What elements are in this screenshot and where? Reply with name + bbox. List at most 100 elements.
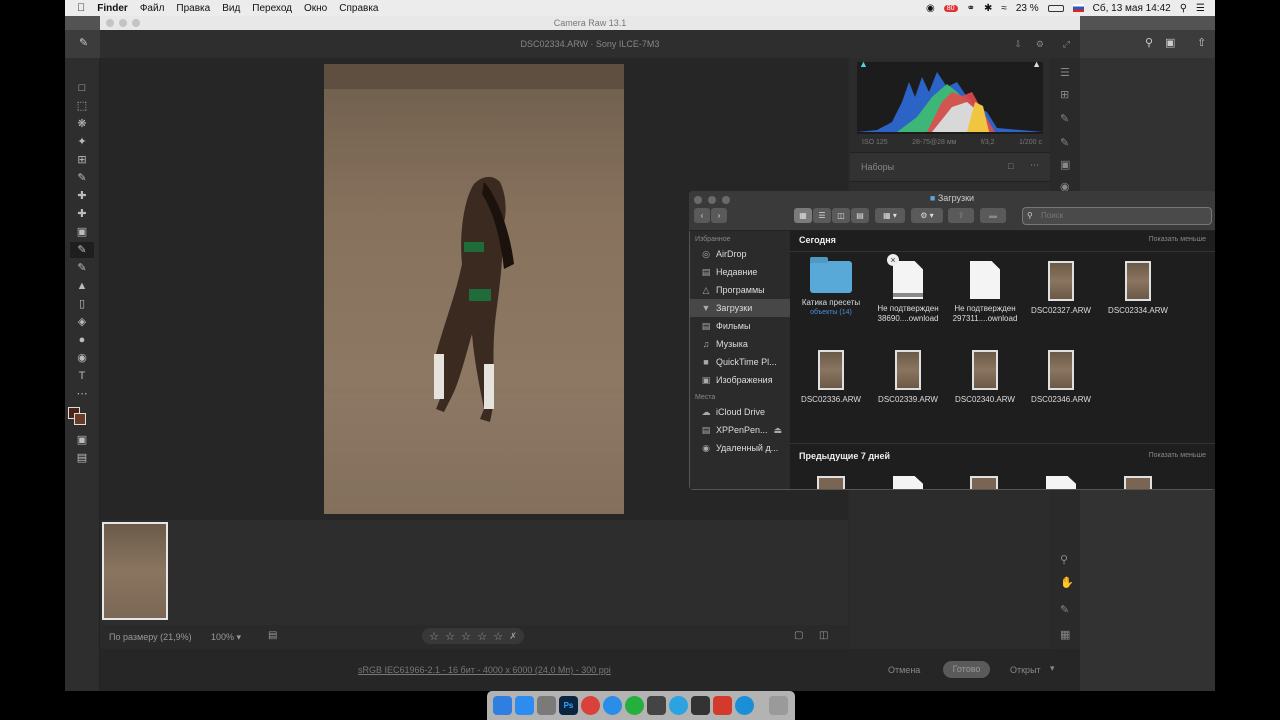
apple-menu-icon[interactable]:  [77,2,85,14]
cancel-button[interactable]: Отмена [888,665,920,675]
ps-search-icon[interactable]: ⚲ [1145,36,1153,49]
photo-thumbnail[interactable] [817,476,845,489]
color-swatches[interactable] [65,404,99,430]
brush-tool-icon[interactable]: ✎ [70,242,94,258]
filmstrip-thumbnail[interactable] [102,522,168,620]
file-item[interactable]: DSC02327.ARW [1023,261,1099,316]
zoom-icon[interactable]: ⚲ [1060,553,1068,566]
forward-button[interactable]: › [711,208,727,223]
inkscape-icon[interactable] [691,696,710,715]
edge-icon[interactable] [735,696,754,715]
whatsapp-icon[interactable] [625,696,644,715]
edit-sliders-icon[interactable]: ☰ [1060,66,1070,79]
magic-wand-icon[interactable]: ✦ [70,134,94,150]
sidebar-item-xppen[interactable]: ▤ XPPenPen... ⏏ [690,421,790,439]
spotlight-icon[interactable]: ⚲ [1180,3,1187,14]
color-sampler-icon[interactable]: ✎ [1060,603,1069,616]
preview-photo[interactable] [324,64,624,514]
sidebar-item-recents[interactable]: ▤ Недавние [690,263,790,281]
menu-item-edit[interactable]: Правка [176,3,210,14]
flag-icon[interactable] [1072,4,1084,12]
gallery-view-button[interactable]: ▤ [851,208,869,223]
grid-icon[interactable]: ▦ [1060,628,1070,641]
star-icon[interactable]: ☆ [429,630,439,643]
photoshop-icon[interactable]: Ps [559,696,578,715]
marquee-tool-icon[interactable]: ⬚ [70,98,94,114]
compare-view-icon[interactable]: ▢ [794,630,803,641]
star-icon[interactable]: ☆ [461,630,471,643]
battery-percent[interactable]: 23 % [1016,3,1039,14]
clone-stamp-icon[interactable]: ▲ [70,278,94,294]
tags-button[interactable]: ▬ [980,208,1006,223]
healing-icon[interactable]: ✎ [1060,112,1069,125]
sidebar-item-pictures[interactable]: ▣ Изображения [690,371,790,389]
menu-item-help[interactable]: Справка [339,3,378,14]
file-item[interactable]: DSC02340.ARW [947,350,1023,405]
document-icon[interactable] [1046,476,1076,489]
graduated-filter-icon[interactable]: ▣ [1060,158,1070,171]
lasso-tool-icon[interactable]: ❋ [70,116,94,132]
hand-icon[interactable]: ✋ [1060,576,1074,589]
history-brush-icon[interactable]: ✎ [70,260,94,276]
app-red-icon[interactable] [713,696,732,715]
zoom-button[interactable] [132,19,140,27]
chrome-icon[interactable] [581,696,600,715]
artboard-tool-icon[interactable]: □ [70,80,94,96]
star-icon[interactable]: ☆ [493,630,503,643]
sidebar-item-applications[interactable]: △ Программы [690,281,790,299]
system-preferences-icon[interactable] [537,696,556,715]
menu-app-name[interactable]: Finder [97,3,128,14]
add-preset-icon[interactable]: □ [1008,161,1013,171]
telegram-icon[interactable] [669,696,688,715]
save-icon[interactable]: ⇩ [1014,30,1022,58]
patch-tool-icon[interactable]: ✚ [70,206,94,222]
menu-item-file[interactable]: Файл [140,3,165,14]
photo-thumbnail[interactable] [970,476,998,489]
sidebar-item-airdrop[interactable]: ◎ AirDrop [690,245,790,263]
wifi-icon[interactable]: ≈ [1001,3,1007,14]
zoom-value-select[interactable]: 100% ▾ [211,632,241,643]
notification-badge[interactable]: 80 [943,4,958,12]
file-item[interactable]: DSC02334.ARW [1100,261,1176,316]
stamp-tool-icon[interactable]: ▣ [70,224,94,240]
file-item[interactable]: DSC02339.ARW [870,350,946,405]
brush-tool-icon[interactable]: ✎ [79,36,88,49]
menu-item-window[interactable]: Окно [304,3,327,14]
type-tool-icon[interactable]: T [70,368,94,384]
finder-search-field[interactable]: ⚲ Поиск [1022,207,1212,225]
eject-icon[interactable]: ⏏ [773,421,782,439]
done-button[interactable]: Готово [943,661,990,678]
settings-gear-icon[interactable]: ⚙ [1036,30,1044,58]
crop-icon[interactable]: ⊞ [1060,88,1069,101]
back-button[interactable]: ‹ [694,208,710,223]
document-icon[interactable] [893,476,923,489]
file-item[interactable]: DSC02346.ARW [1023,350,1099,405]
histogram[interactable]: ▲ ▲ [857,59,1043,134]
eraser-tool-icon[interactable]: ▯ [70,296,94,312]
clock[interactable]: Сб, 13 мая 14:42 [1093,3,1171,14]
show-less-today-button[interactable]: Показать меньше [1149,236,1206,243]
cancel-download-icon[interactable]: × [887,254,899,266]
healing-brush-icon[interactable]: ✚ [70,188,94,204]
quick-mask-icon[interactable]: ▣ [70,432,94,448]
star-icon[interactable]: ☆ [477,630,487,643]
finder-icon[interactable] [493,696,512,715]
menu-item-view[interactable]: Вид [222,3,240,14]
blur-tool-icon[interactable]: ● [70,332,94,348]
rating-stars[interactable]: ☆ ☆ ☆ ☆ ☆ ✗ [422,628,524,644]
dodge-tool-icon[interactable]: ◉ [70,350,94,366]
sidebar-item-downloads[interactable]: ▼ Загрузки [690,299,790,317]
xp-pen-icon[interactable] [647,696,666,715]
before-after-icon[interactable]: ◫ [819,630,828,641]
shadow-clipping-icon[interactable]: ▲ [859,59,868,69]
presets-header[interactable]: Наборы □ ⋯ [850,152,1050,182]
open-button[interactable]: Открыт [1010,665,1041,675]
more-tools-icon[interactable]: ⋯ [70,386,94,402]
workflow-options-link[interactable]: sRGB IEC61966-2.1 - 16 бит - 4000 x 6000… [358,665,611,675]
thumbnail-view-icon[interactable]: ▤ [268,630,277,641]
safari-icon[interactable] [603,696,622,715]
sidebar-item-music[interactable]: ♫ Музыка [690,335,790,353]
menu-item-go[interactable]: Переход [252,3,292,14]
bluetooth-icon[interactable]: ✱ [984,3,992,14]
zoom-fit-label[interactable]: По размеру (21,9%) [109,632,192,642]
